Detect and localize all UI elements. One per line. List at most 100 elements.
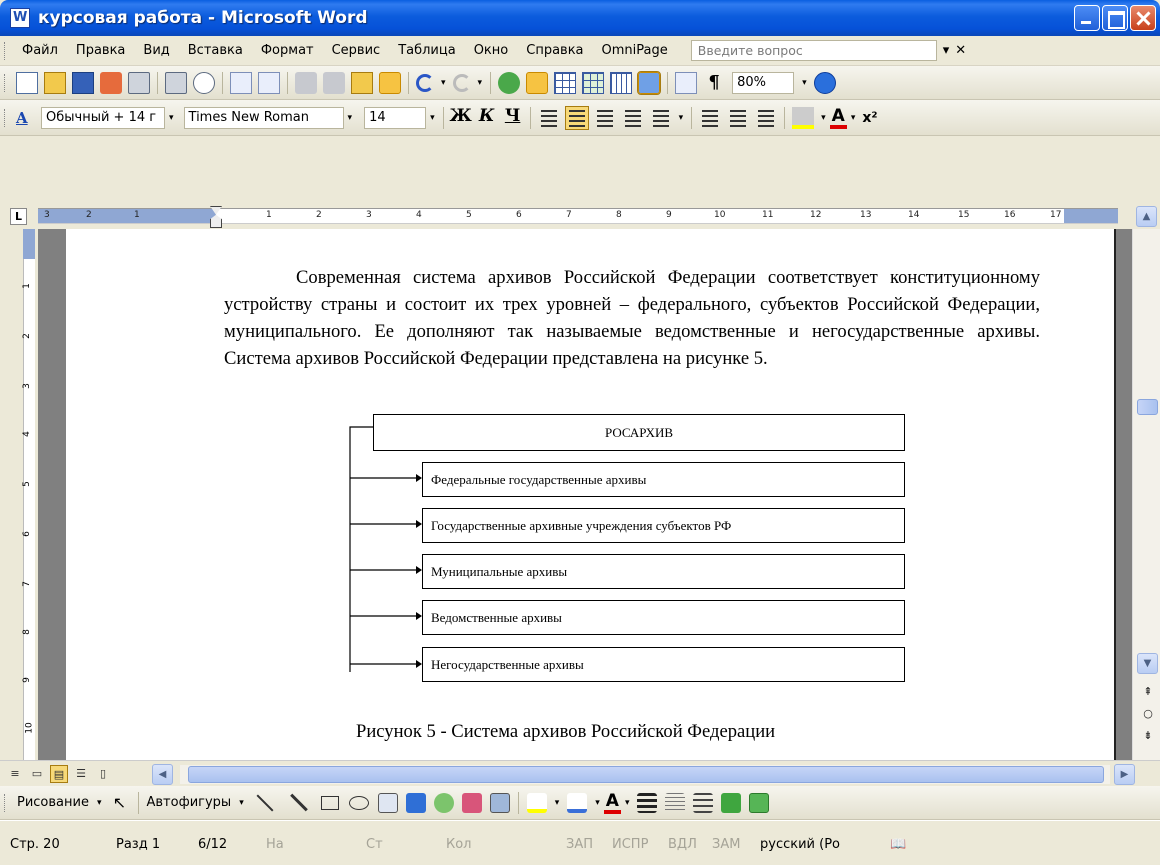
- style-select[interactable]: Обычный + 14 г: [41, 106, 165, 129]
- rectangle-icon[interactable]: [320, 795, 339, 810]
- word-app-icon[interactable]: [10, 8, 30, 28]
- menu-edit[interactable]: Правка: [67, 43, 134, 58]
- insert-excel-icon[interactable]: [582, 71, 605, 94]
- menu-grip[interactable]: [4, 41, 7, 60]
- font-color-dropdown-icon[interactable]: ▾: [851, 113, 856, 123]
- maximize-button[interactable]: [1102, 5, 1128, 31]
- help-icon[interactable]: [813, 71, 836, 94]
- hyperlink-icon[interactable]: [498, 71, 521, 94]
- menu-format[interactable]: Формат: [252, 43, 323, 58]
- menu-table[interactable]: Таблица: [389, 43, 465, 58]
- line-color-icon[interactable]: [567, 792, 588, 813]
- arrow-icon[interactable]: [289, 793, 308, 812]
- save-icon[interactable]: [72, 71, 94, 94]
- permission-icon[interactable]: [100, 71, 122, 94]
- redo-dropdown-icon[interactable]: ▾: [478, 78, 483, 88]
- print-layout-icon[interactable]: ▤: [50, 765, 68, 783]
- scroll-down-button[interactable]: ▼: [1137, 653, 1158, 674]
- align-center-icon[interactable]: [564, 105, 589, 130]
- redo-icon[interactable]: [452, 73, 471, 92]
- bullets-icon[interactable]: [727, 106, 750, 129]
- previous-page-icon[interactable]: ⇞: [1139, 683, 1157, 701]
- line-style-icon[interactable]: [637, 792, 658, 813]
- line-color-dropdown-icon[interactable]: ▾: [595, 798, 600, 808]
- insert-picture-icon[interactable]: [489, 792, 510, 813]
- numbering-icon[interactable]: [699, 106, 722, 129]
- vertical-scroll-thumb[interactable]: [1137, 399, 1158, 415]
- highlight-dropdown-icon[interactable]: ▾: [821, 113, 826, 123]
- scroll-left-button[interactable]: ◀: [152, 764, 173, 785]
- vertical-scrollbar[interactable]: ▼ ⇞ ○ ⇟: [1132, 229, 1160, 760]
- research-icon[interactable]: [258, 71, 280, 94]
- normal-view-icon[interactable]: ≡: [6, 765, 24, 783]
- toolbar-grip[interactable]: [4, 793, 7, 812]
- horizontal-ruler[interactable]: 3 2 1 1 2 3 4 5 6 7 8 9 10 11 12 13 14 1…: [38, 206, 1118, 228]
- reading-layout-icon[interactable]: ▯: [94, 765, 112, 783]
- menu-insert[interactable]: Вставка: [179, 43, 252, 58]
- 3d-style-icon[interactable]: [749, 792, 770, 813]
- undo-icon[interactable]: [416, 73, 434, 92]
- document-page[interactable]: Современная система архивов Российской Ф…: [66, 229, 1116, 760]
- menu-view[interactable]: Вид: [134, 43, 178, 58]
- select-objects-icon[interactable]: ↖: [109, 792, 131, 814]
- status-language[interactable]: русский (Ро: [760, 837, 840, 852]
- highlight-icon[interactable]: [792, 106, 815, 129]
- spelling-status-icon[interactable]: 📖: [890, 837, 906, 852]
- ask-dropdown-icon[interactable]: ▾: [943, 43, 950, 58]
- ask-question-input[interactable]: Введите вопрос: [690, 40, 937, 61]
- print-icon[interactable]: [165, 71, 187, 94]
- zoom-select[interactable]: 80%: [732, 71, 795, 94]
- toolbar-grip[interactable]: [4, 108, 7, 127]
- tables-borders-icon[interactable]: [526, 71, 549, 94]
- open-folder-icon[interactable]: [44, 71, 66, 94]
- menu-tools[interactable]: Сервис: [323, 43, 390, 58]
- decrease-indent-icon[interactable]: [755, 106, 778, 129]
- cut-icon[interactable]: [295, 71, 317, 94]
- shadow-style-icon[interactable]: [721, 792, 742, 813]
- bold-button[interactable]: Ж: [448, 106, 474, 130]
- close-button[interactable]: [1130, 5, 1156, 31]
- spelling-icon[interactable]: [230, 71, 252, 94]
- size-dropdown-icon[interactable]: ▾: [430, 113, 435, 123]
- select-browse-object-icon[interactable]: ○: [1139, 705, 1157, 723]
- drawing-toggle-icon[interactable]: [637, 70, 662, 95]
- next-page-icon[interactable]: ⇟: [1139, 727, 1157, 745]
- line-icon[interactable]: [256, 794, 274, 811]
- scroll-right-button[interactable]: ▶: [1114, 764, 1135, 785]
- menu-omnipage[interactable]: OmniPage: [593, 43, 677, 58]
- tab-selector[interactable]: L: [10, 208, 27, 225]
- zoom-dropdown-icon[interactable]: ▾: [802, 78, 807, 88]
- menu-help[interactable]: Справка: [517, 43, 592, 58]
- autoshapes-menu-button[interactable]: Автофигуры: [147, 795, 232, 810]
- line-spacing-dropdown-icon[interactable]: ▾: [679, 113, 684, 123]
- italic-button[interactable]: К: [474, 106, 500, 130]
- underline-button[interactable]: Ч: [500, 106, 526, 130]
- print-preview-icon[interactable]: [193, 71, 215, 94]
- minimize-button[interactable]: [1074, 5, 1100, 31]
- draw-font-color-dropdown-icon[interactable]: ▾: [625, 798, 630, 808]
- font-color-icon[interactable]: A: [829, 107, 847, 129]
- email-icon[interactable]: [128, 71, 150, 94]
- oval-icon[interactable]: [348, 795, 369, 810]
- status-overtype[interactable]: ЗАМ: [712, 837, 740, 852]
- document-map-icon[interactable]: [675, 71, 698, 94]
- line-spacing-icon[interactable]: [649, 106, 672, 129]
- insert-table-icon[interactable]: [554, 71, 577, 94]
- drawing-menu-button[interactable]: Рисование: [17, 795, 89, 810]
- scroll-up-button[interactable]: ▲: [1136, 206, 1157, 227]
- wordart-icon[interactable]: [405, 792, 426, 813]
- superscript-icon[interactable]: x²: [862, 107, 884, 129]
- outline-view-icon[interactable]: ☰: [72, 765, 90, 783]
- new-document-icon[interactable]: [16, 71, 38, 94]
- vertical-ruler[interactable]: 1 2 3 4 5 6 7 8 9 10: [0, 229, 38, 760]
- horizontal-scrollbar[interactable]: [180, 765, 1110, 784]
- web-layout-icon[interactable]: ▭: [28, 765, 46, 783]
- columns-icon[interactable]: [610, 71, 633, 94]
- menu-window[interactable]: Окно: [465, 43, 518, 58]
- arrow-style-icon[interactable]: [693, 792, 714, 813]
- paste-icon[interactable]: [351, 71, 373, 94]
- close-document-icon[interactable]: ✕: [955, 43, 966, 58]
- clipart-icon[interactable]: [461, 792, 482, 813]
- undo-dropdown-icon[interactable]: ▾: [441, 78, 446, 88]
- fill-color-icon[interactable]: [526, 792, 547, 813]
